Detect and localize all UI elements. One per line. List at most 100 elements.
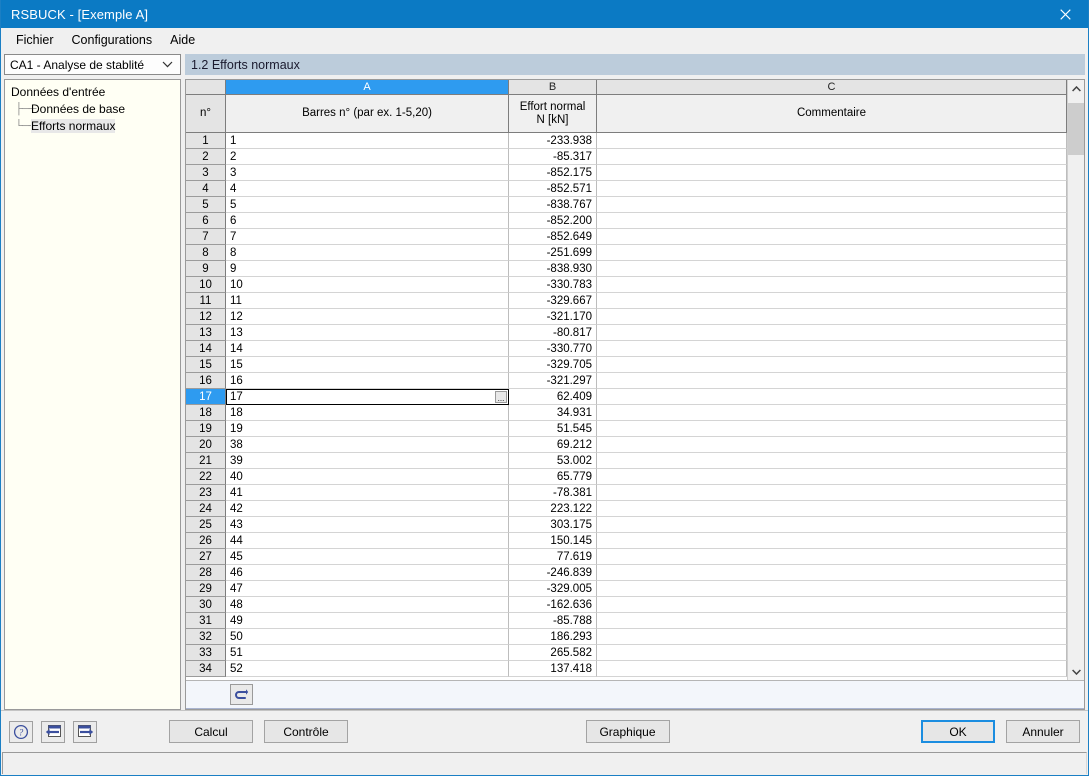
tree-item-efforts-normaux[interactable]: └── Efforts normaux xyxy=(5,117,180,134)
cell-effort-normal[interactable]: 77.619 xyxy=(509,549,597,565)
cell-barres[interactable]: 9 xyxy=(226,261,509,277)
cell-commentaire[interactable] xyxy=(597,357,1067,373)
cell-barres[interactable]: 10 xyxy=(226,277,509,293)
row-number-cell[interactable]: 20 xyxy=(186,437,226,453)
cell-commentaire[interactable] xyxy=(597,645,1067,661)
cell-commentaire[interactable] xyxy=(597,469,1067,485)
row-number-cell[interactable]: 30 xyxy=(186,597,226,613)
cell-effort-normal[interactable]: -330.783 xyxy=(509,277,597,293)
cell-barres[interactable]: 11 xyxy=(226,293,509,309)
table-row[interactable]: 5 5 -838.767 xyxy=(186,197,1067,213)
table-row[interactable]: 21 39 53.002 xyxy=(186,453,1067,469)
cell-effort-normal[interactable]: -321.170 xyxy=(509,309,597,325)
cell-barres[interactable]: 19 xyxy=(226,421,509,437)
tree-item-donnees-entree[interactable]: Données d'entrée xyxy=(5,83,180,100)
row-number-cell[interactable]: 12 xyxy=(186,309,226,325)
cell-effort-normal[interactable]: 265.582 xyxy=(509,645,597,661)
cell-effort-normal[interactable]: -85.317 xyxy=(509,149,597,165)
scrollbar-thumb[interactable] xyxy=(1068,103,1084,155)
cell-commentaire[interactable] xyxy=(597,293,1067,309)
table-row[interactable]: 33 51 265.582 xyxy=(186,645,1067,661)
table-row[interactable]: 7 7 -852.649 xyxy=(186,229,1067,245)
cell-commentaire[interactable] xyxy=(597,565,1067,581)
row-number-cell[interactable]: 16 xyxy=(186,373,226,389)
row-number-cell[interactable]: 22 xyxy=(186,469,226,485)
table-row[interactable]: 31 49 -85.788 xyxy=(186,613,1067,629)
cell-commentaire[interactable] xyxy=(597,245,1067,261)
cell-effort-normal[interactable]: 223.122 xyxy=(509,501,597,517)
cell-effort-normal[interactable]: -852.175 xyxy=(509,165,597,181)
cell-barres[interactable]: 51 xyxy=(226,645,509,661)
table-row[interactable]: 15 15 -329.705 xyxy=(186,357,1067,373)
cell-barres[interactable]: 41 xyxy=(226,485,509,501)
row-number-cell[interactable]: 15 xyxy=(186,357,226,373)
cell-commentaire[interactable] xyxy=(597,389,1067,405)
cell-commentaire[interactable] xyxy=(597,181,1067,197)
cell-barres[interactable]: 4 xyxy=(226,181,509,197)
cell-barres[interactable]: 49 xyxy=(226,613,509,629)
table-row[interactable]: 12 12 -321.170 xyxy=(186,309,1067,325)
cell-barres[interactable]: 18 xyxy=(226,405,509,421)
cell-effort-normal[interactable]: -78.381 xyxy=(509,485,597,501)
cell-barres[interactable]: 52 xyxy=(226,661,509,677)
cell-commentaire[interactable] xyxy=(597,613,1067,629)
row-number-cell[interactable]: 14 xyxy=(186,341,226,357)
table-row[interactable]: 19 19 51.545 xyxy=(186,421,1067,437)
cell-barres[interactable]: 17... xyxy=(226,389,509,405)
controle-button[interactable]: Contrôle xyxy=(264,720,348,743)
cell-barres[interactable]: 3 xyxy=(226,165,509,181)
cell-commentaire[interactable] xyxy=(597,341,1067,357)
cell-barres[interactable]: 45 xyxy=(226,549,509,565)
cell-commentaire[interactable] xyxy=(597,213,1067,229)
cell-effort-normal[interactable]: -162.636 xyxy=(509,597,597,613)
cell-barres[interactable]: 6 xyxy=(226,213,509,229)
table-row[interactable]: 18 18 34.931 xyxy=(186,405,1067,421)
calcul-button[interactable]: Calcul xyxy=(169,720,253,743)
close-icon[interactable] xyxy=(1042,0,1088,28)
table-row[interactable]: 20 38 69.212 xyxy=(186,437,1067,453)
table-row[interactable]: 16 16 -321.297 xyxy=(186,373,1067,389)
navigate-forward-icon[interactable] xyxy=(73,720,97,743)
chevron-up-icon[interactable] xyxy=(1068,80,1084,97)
row-number-cell[interactable]: 9 xyxy=(186,261,226,277)
cell-effort-normal[interactable]: 62.409 xyxy=(509,389,597,405)
table-row[interactable]: 30 48 -162.636 xyxy=(186,597,1067,613)
cell-effort-normal[interactable]: -246.839 xyxy=(509,565,597,581)
menu-item-aide[interactable]: Aide xyxy=(161,30,204,50)
cell-commentaire[interactable] xyxy=(597,533,1067,549)
cell-commentaire[interactable] xyxy=(597,437,1067,453)
cell-barres[interactable]: 12 xyxy=(226,309,509,325)
cell-barres[interactable]: 14 xyxy=(226,341,509,357)
cell-commentaire[interactable] xyxy=(597,501,1067,517)
cell-barres[interactable]: 47 xyxy=(226,581,509,597)
row-number-cell[interactable]: 7 xyxy=(186,229,226,245)
column-header-b[interactable]: B xyxy=(509,80,597,95)
cell-barres[interactable]: 15 xyxy=(226,357,509,373)
cell-commentaire[interactable] xyxy=(597,597,1067,613)
table-row[interactable]: 14 14 -330.770 xyxy=(186,341,1067,357)
column-header-c[interactable]: C xyxy=(597,80,1067,95)
cell-commentaire[interactable] xyxy=(597,581,1067,597)
menu-item-fichier[interactable]: Fichier xyxy=(7,30,63,50)
table-row[interactable]: 23 41 -78.381 xyxy=(186,485,1067,501)
cell-barres[interactable]: 13 xyxy=(226,325,509,341)
cell-commentaire[interactable] xyxy=(597,421,1067,437)
table-row[interactable]: 11 11 -329.667 xyxy=(186,293,1067,309)
row-number-cell[interactable]: 17 xyxy=(186,389,226,405)
cell-commentaire[interactable] xyxy=(597,277,1067,293)
cell-effort-normal[interactable]: -329.005 xyxy=(509,581,597,597)
cell-barres[interactable]: 16 xyxy=(226,373,509,389)
cell-commentaire[interactable] xyxy=(597,325,1067,341)
cell-commentaire[interactable] xyxy=(597,629,1067,645)
table-row[interactable]: 34 52 137.418 xyxy=(186,661,1067,677)
cell-effort-normal[interactable]: -85.788 xyxy=(509,613,597,629)
row-number-cell[interactable]: 27 xyxy=(186,549,226,565)
row-number-cell[interactable]: 3 xyxy=(186,165,226,181)
table-row[interactable]: 8 8 -251.699 xyxy=(186,245,1067,261)
row-number-cell[interactable]: 18 xyxy=(186,405,226,421)
cell-barres[interactable]: 40 xyxy=(226,469,509,485)
cell-effort-normal[interactable]: -852.571 xyxy=(509,181,597,197)
cell-effort-normal[interactable]: -838.767 xyxy=(509,197,597,213)
cell-commentaire[interactable] xyxy=(597,133,1067,149)
cell-effort-normal[interactable]: 150.145 xyxy=(509,533,597,549)
